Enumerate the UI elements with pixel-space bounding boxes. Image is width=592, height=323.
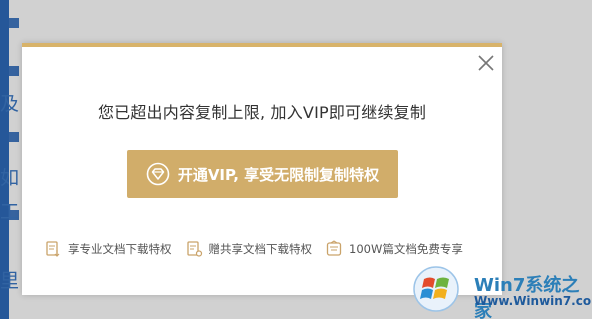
open-vip-button-label: 开通VIP, 享受无限制复制特权: [177, 165, 380, 184]
feature-label: 100W篇文档免费专享: [349, 242, 463, 256]
watermark-url: Www.Winwin7.com: [474, 294, 592, 308]
vip-copy-limit-dialog: 您已超出内容复制上限, 加入VIP即可继续复制 开通VIP, 享受无限制复制特权…: [22, 43, 502, 295]
close-button[interactable]: [476, 53, 496, 73]
diamond-icon: [146, 162, 170, 186]
feature-label: 赠共享文档下载特权: [208, 242, 313, 256]
watermark-logo: Win7系统之家 Www.Winwin7.com: [382, 265, 592, 322]
windows-logo-icon: [413, 266, 459, 312]
feature-label: 享专业文档下载特权: [68, 242, 172, 256]
share-doc-icon: [186, 241, 202, 257]
feature-list: 享专业文档下载特权 赠共享文档下载特权 100W篇文档免费专享: [44, 240, 480, 258]
feature-item: 享专业文档下载特权: [44, 240, 172, 258]
close-icon: [478, 55, 494, 71]
dialog-title: 您已超出内容复制上限, 加入VIP即可继续复制: [97, 103, 427, 122]
doc-download-icon: [46, 241, 60, 257]
feature-item: 100W篇文档免费专享: [325, 240, 463, 258]
open-vip-button[interactable]: 开通VIP, 享受无限制复制特权: [127, 150, 398, 198]
feature-item: 赠共享文档下载特权: [185, 240, 313, 258]
free-doc-icon: [326, 240, 342, 256]
